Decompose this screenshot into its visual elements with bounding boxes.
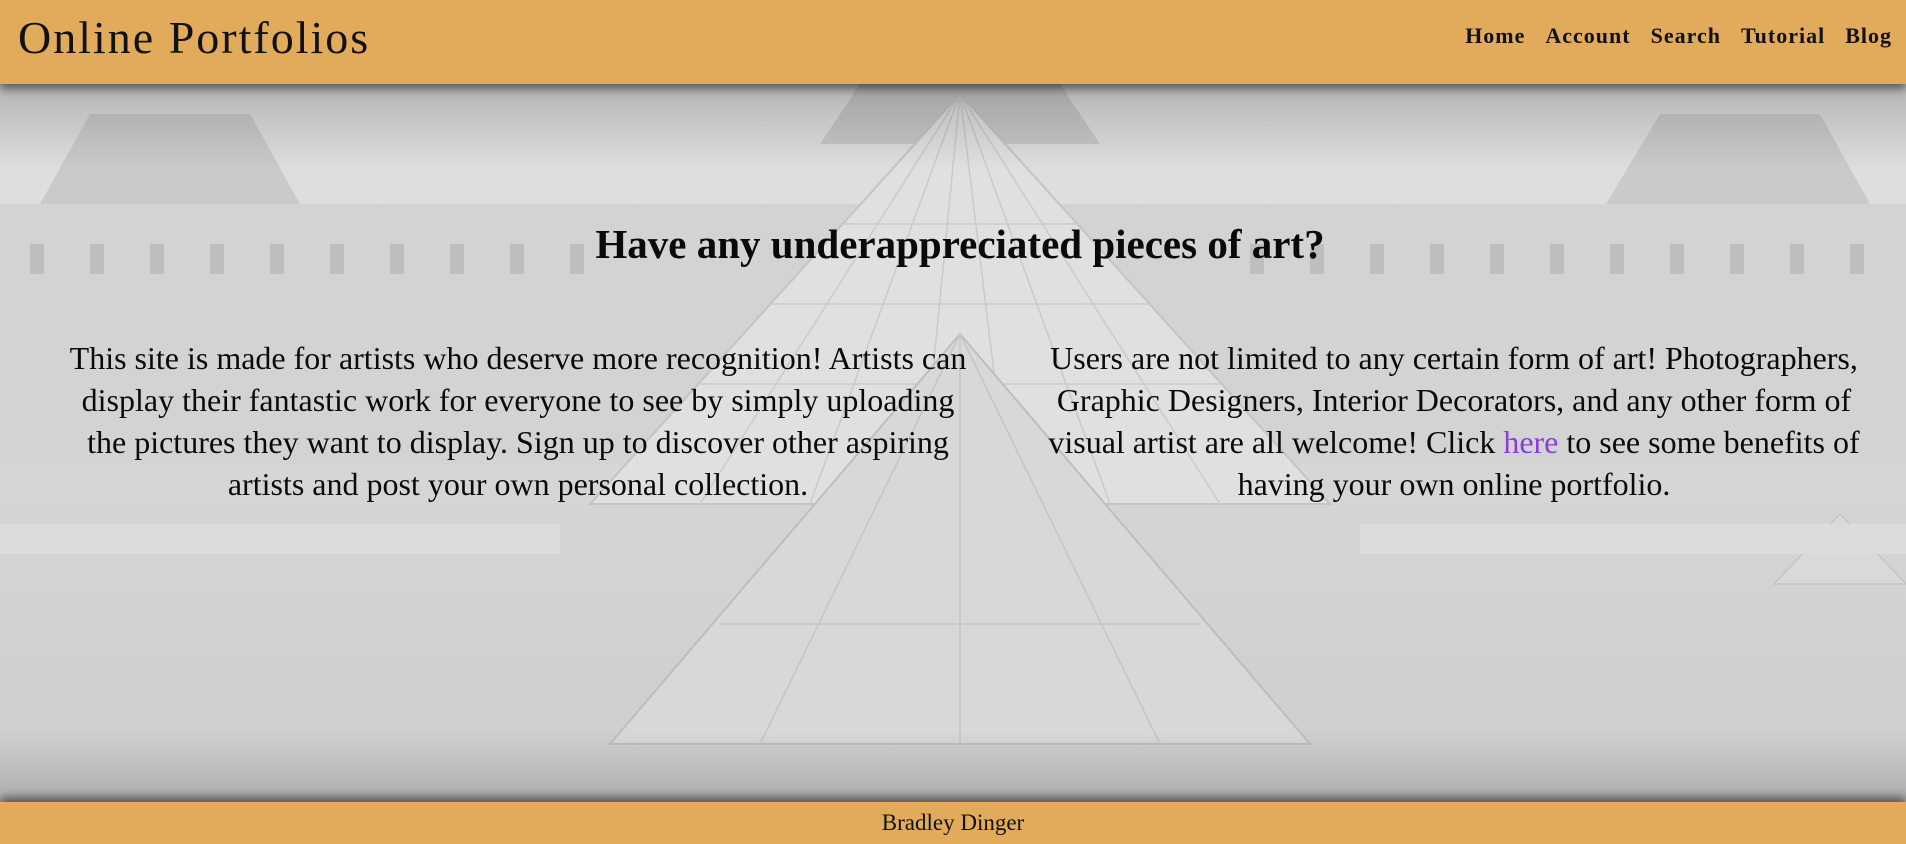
benefits-link[interactable]: here <box>1503 424 1558 460</box>
page: Online Portfolios Home Account Search Tu… <box>0 0 1906 844</box>
nav-link-blog[interactable]: Blog <box>1845 22 1892 50</box>
nav-link-search[interactable]: Search <box>1651 22 1721 50</box>
site-header: Online Portfolios Home Account Search Tu… <box>0 0 1906 84</box>
nav-link-tutorial[interactable]: Tutorial <box>1741 22 1825 50</box>
intro-paragraph-right: Users are not limited to any certain for… <box>1038 337 1870 505</box>
nav-link-account[interactable]: Account <box>1545 22 1630 50</box>
footer-author: Bradley Dinger <box>881 810 1025 835</box>
site-footer: Bradley Dinger <box>0 802 1906 844</box>
headline: Have any underappreciated pieces of art? <box>595 221 1325 267</box>
main-content: Have any underappreciated pieces of art?… <box>0 84 1906 802</box>
intro-paragraph-left: This site is made for artists who deserv… <box>69 340 967 502</box>
nav-link-home[interactable]: Home <box>1465 22 1525 50</box>
site-title[interactable]: Online Portfolios <box>18 12 370 64</box>
main-nav: Home Account Search Tutorial Blog <box>1465 22 1892 50</box>
